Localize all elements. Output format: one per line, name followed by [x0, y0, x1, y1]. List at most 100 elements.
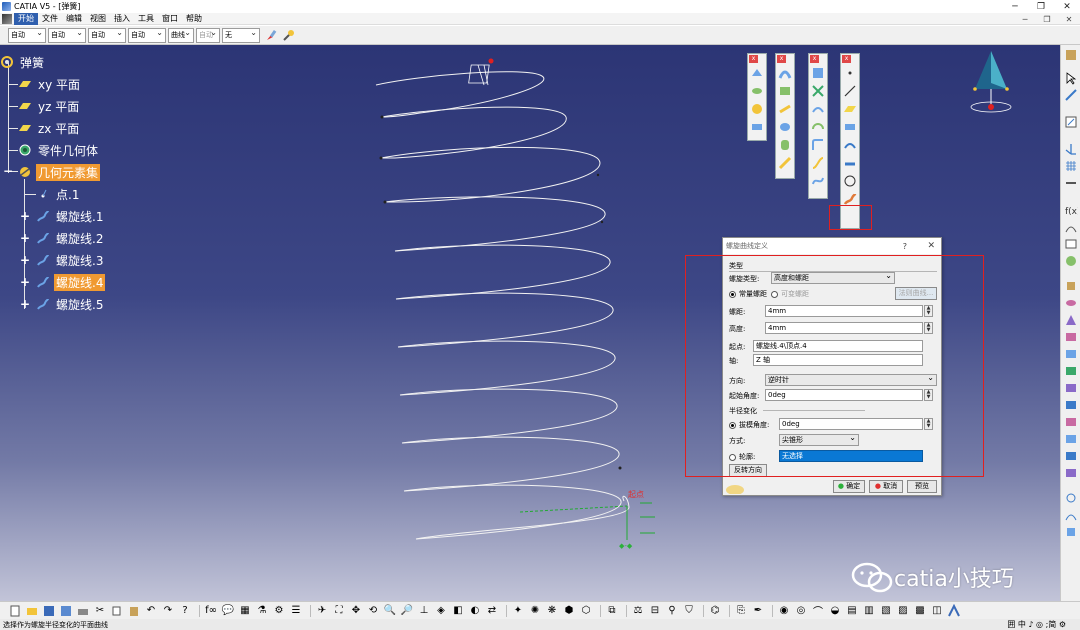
collapse-geo-set-icon[interactable]: −	[3, 165, 13, 177]
print-icon[interactable]	[76, 604, 90, 618]
3d-compass-icon[interactable]: ⌬	[708, 604, 722, 618]
list-icon[interactable]: ☰	[289, 604, 303, 618]
layer-filter-icon[interactable]: ▥	[862, 604, 876, 618]
point-type-dropdown[interactable]: 曲线	[168, 27, 194, 43]
extrapolate-icon[interactable]	[1063, 465, 1079, 480]
zoom-out-icon[interactable]: 🔎	[400, 604, 414, 618]
close-palette-icon[interactable]: x	[842, 54, 851, 63]
boundary-icon[interactable]	[777, 155, 793, 171]
extrude-surface-icon[interactable]	[749, 65, 765, 81]
tree-item-zx-plane[interactable]: zx 平面	[18, 119, 81, 137]
grid-icon[interactable]	[1063, 158, 1079, 173]
knowledge-icon[interactable]	[1063, 253, 1079, 268]
circle-icon[interactable]	[810, 119, 826, 135]
hide-show-icon[interactable]: ◐	[468, 604, 482, 618]
swept-icon[interactable]: ◉	[777, 604, 791, 618]
sphere-surface-icon[interactable]	[749, 101, 765, 117]
plane-tool-icon[interactable]	[842, 101, 858, 117]
corner-icon[interactable]	[810, 137, 826, 153]
grid-layer-icon[interactable]: ▤	[845, 604, 859, 618]
menu-insert[interactable]: 插入	[110, 13, 134, 25]
undo-icon[interactable]: ↶	[144, 604, 158, 618]
spline-icon[interactable]	[810, 173, 826, 189]
tree-item-helix-4[interactable]: 螺旋线.4	[36, 273, 106, 291]
save-icon[interactable]	[42, 604, 56, 618]
preview-button[interactable]: 预览	[907, 480, 937, 493]
menu-window[interactable]: 窗口	[158, 13, 182, 25]
line-tool-icon[interactable]	[842, 83, 858, 99]
constraint-icon[interactable]	[1063, 175, 1079, 190]
swap-space-icon[interactable]: ⇄	[485, 604, 499, 618]
render-style-icon[interactable]: ◧	[451, 604, 465, 618]
intersection-icon[interactable]	[810, 83, 826, 99]
fillet-tool-icon[interactable]: ◎	[794, 604, 808, 618]
menu-help[interactable]: 帮助	[182, 13, 206, 25]
combine-tool-icon[interactable]	[842, 137, 858, 153]
sweep-surface-icon[interactable]	[1063, 312, 1079, 327]
axis-system-icon[interactable]	[1063, 141, 1079, 156]
graphic-properties-icon[interactable]	[282, 28, 296, 42]
blend-icon[interactable]	[777, 119, 793, 135]
fill-icon[interactable]	[777, 83, 793, 99]
close-button[interactable]: ✕	[1054, 0, 1080, 13]
cut-icon[interactable]: ✂	[93, 604, 107, 618]
workbench-icon[interactable]	[1063, 47, 1079, 62]
iso-view-icon[interactable]: ◈	[434, 604, 448, 618]
layer-dropdown[interactable]: 无	[222, 27, 260, 43]
tree-item-xy-plane[interactable]: xy 平面	[18, 75, 82, 93]
formula-icon[interactable]: f(x)	[1063, 202, 1079, 217]
new-file-icon[interactable]	[8, 604, 22, 618]
tree-item-geometric-set[interactable]: 几何元素集	[18, 163, 101, 181]
sketch-icon[interactable]	[1063, 114, 1079, 129]
lighting-icon[interactable]: ✺	[528, 604, 542, 618]
ime-indicator[interactable]: 囲 中 ♪ ◎ ;简 ⚙	[1007, 619, 1066, 630]
catalog-icon[interactable]: ⎘	[734, 604, 748, 618]
extrude-icon[interactable]	[1063, 278, 1079, 293]
knowledge-link-icon[interactable]: ⚗	[255, 604, 269, 618]
normal-view-icon[interactable]: ⊥	[417, 604, 431, 618]
tree-item-point-1[interactable]: 点.1	[36, 185, 81, 203]
join-icon[interactable]	[1063, 363, 1079, 378]
line-type-dropdown[interactable]: 自动	[128, 27, 166, 43]
simulation-icon[interactable]: ◫	[930, 604, 944, 618]
circle-tool-icon[interactable]	[842, 173, 858, 189]
rendering-dropdown[interactable]: 自动	[196, 27, 220, 43]
save-all-icon[interactable]	[59, 604, 73, 618]
menu-view[interactable]: 视图	[86, 13, 110, 25]
curvature-icon[interactable]: ⌒	[811, 604, 825, 618]
expand-helix-4-icon[interactable]: +	[20, 276, 30, 288]
redo-icon[interactable]: ↷	[161, 604, 175, 618]
split-icon[interactable]	[1063, 380, 1079, 395]
expand-helix-1-icon[interactable]: +	[20, 210, 30, 222]
expand-helix-5-icon[interactable]: +	[20, 298, 30, 310]
analysis-icon[interactable]	[1063, 507, 1079, 522]
close-palette-icon[interactable]: x	[810, 54, 819, 63]
tree-item-helix-5[interactable]: 螺旋线.5	[36, 295, 105, 313]
projection-icon[interactable]	[810, 65, 826, 81]
point-tool-icon[interactable]	[842, 65, 858, 81]
apply-material-icon[interactable]	[1063, 524, 1079, 539]
color-dropdown[interactable]: 自动	[8, 27, 46, 43]
paste-icon[interactable]	[127, 604, 141, 618]
open-folder-icon[interactable]	[25, 604, 39, 618]
copy-icon[interactable]	[110, 604, 124, 618]
rotate-icon[interactable]: ⟲	[366, 604, 380, 618]
fly-icon[interactable]: ✈	[315, 604, 329, 618]
workbench-switch-icon[interactable]: ▧	[879, 604, 893, 618]
measure-item-icon[interactable]: ⚲	[665, 604, 679, 618]
menu-file[interactable]: 文件	[38, 13, 62, 25]
translate-icon[interactable]	[1063, 448, 1079, 463]
multi-section-icon[interactable]	[777, 101, 793, 117]
menu-tools[interactable]: 工具	[134, 13, 158, 25]
ok-button[interactable]: ● 确定	[833, 480, 865, 493]
inertia-icon[interactable]: ⛉	[682, 604, 696, 618]
transparency-dropdown[interactable]: 自动	[48, 27, 86, 43]
expand-helix-2-icon[interactable]: +	[20, 232, 30, 244]
minimize-button[interactable]: ─	[1002, 0, 1028, 13]
doc-restore-button[interactable]: ❐	[1036, 13, 1058, 25]
close-palette-icon[interactable]: x	[777, 54, 786, 63]
tree-item-part-body[interactable]: 零件几何体	[18, 141, 100, 159]
zoom-in-icon[interactable]: 🔍	[383, 604, 397, 618]
law-icon[interactable]	[1063, 219, 1079, 234]
surface-analysis-icon[interactable]: ◒	[828, 604, 842, 618]
